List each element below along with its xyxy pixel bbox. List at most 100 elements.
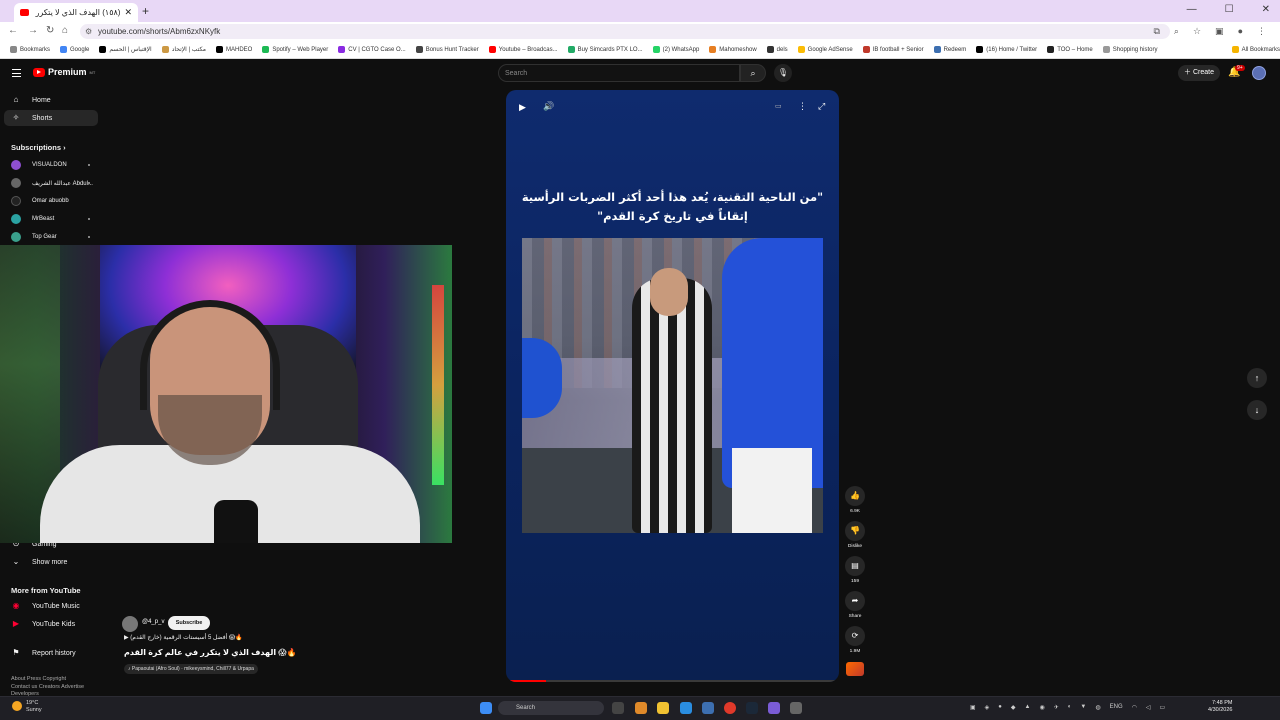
bookmark-item[interactable]: Youtube – Broadcas...	[488, 46, 558, 53]
bookmark-item[interactable]: (2) WhatsApp	[652, 46, 699, 53]
channel-handle[interactable]: @4_p_v	[142, 619, 164, 625]
comments-button[interactable]: ▤ 159	[845, 556, 865, 584]
footer-links-row-2[interactable]: Contact us Creators Advertise	[11, 684, 84, 690]
bookmark-item[interactable]: Google	[60, 46, 89, 53]
task-view-icon[interactable]	[612, 702, 624, 714]
bookmark-item[interactable]: CV | CGTO Case O...	[338, 46, 406, 53]
youtube-logo[interactable]: Premium MT	[33, 67, 95, 77]
discord-icon[interactable]	[768, 702, 780, 714]
tray-icon[interactable]: ◐	[1068, 704, 1072, 711]
zoom-icon[interactable]: ⌕	[1174, 26, 1179, 37]
sound-thumbnail[interactable]	[846, 662, 864, 676]
remix-button[interactable]: ⟳ 1.9M	[845, 626, 865, 654]
shorts-player[interactable]: ▶ 🔊 ▭ ⋮ ⤢ "من الناحية التقنية، يُعد هذا …	[506, 90, 839, 682]
bookmark-item[interactable]: TOO – Home	[1047, 46, 1093, 53]
weather-widget[interactable]: 19°C Sunny	[12, 700, 42, 714]
bookmark-item[interactable]: MAHDEO	[215, 46, 252, 53]
more-options-icon[interactable]: ⋮	[798, 101, 807, 112]
puzzle-icon[interactable]: ▣	[1215, 26, 1224, 37]
copilot-icon[interactable]	[635, 702, 647, 714]
bookmark-item[interactable]: Buy Simcards PTX LO...	[567, 46, 643, 53]
speaker-icon[interactable]: ◁	[1146, 704, 1151, 711]
short-title[interactable]: الهدف الذي لا يتكرر في عالم كرة القدم 😱🔥	[124, 648, 297, 657]
settings-icon[interactable]	[790, 702, 802, 714]
steam-icon[interactable]	[746, 702, 758, 714]
bookmark-item[interactable]: الإقتباس | الحسم	[99, 46, 152, 53]
taskbar-search[interactable]: Search	[498, 701, 604, 715]
bookmark-item[interactable]: dels	[766, 46, 788, 53]
volume-icon[interactable]: 🔊	[543, 101, 554, 112]
footer-links-row-1[interactable]: About Press Copyright	[11, 676, 66, 682]
tray-icon[interactable]: ▼	[1080, 704, 1086, 711]
wifi-icon[interactable]: ◠	[1132, 704, 1137, 711]
profile-icon[interactable]: ●	[1238, 26, 1243, 37]
sidebar-item-subscription[interactable]: VISUALDON	[4, 158, 98, 172]
bookmark-item[interactable]: Mahomeshow	[709, 46, 757, 53]
sidebar-item-subscription[interactable]: Top Gear	[4, 230, 98, 244]
bookmark-item[interactable]: مكتب | الإتحاد	[161, 46, 206, 53]
tray-icon[interactable]: ▲	[1025, 704, 1031, 711]
search-button[interactable]: ⌕	[740, 64, 766, 82]
sidebar-item-youtube-kids[interactable]: ▶ YouTube Kids	[4, 616, 98, 632]
sidebar-item-shorts[interactable]: ✧ Shorts	[4, 110, 98, 126]
menu-dots-icon[interactable]: ⋮	[1257, 26, 1266, 37]
bookmark-item[interactable]: Bonus Hunt Tracker	[415, 46, 479, 53]
forward-icon[interactable]: →	[28, 25, 38, 36]
minimize-icon[interactable]: —	[1187, 4, 1197, 15]
bookmark-item[interactable]: IB football + Senior	[862, 46, 924, 53]
sidebar-item-report-history[interactable]: ⚑ Report history	[4, 645, 98, 661]
edge-icon[interactable]	[680, 702, 692, 714]
voice-search-icon[interactable]: 🎙	[774, 64, 792, 82]
maximize-icon[interactable]: ☐	[1225, 4, 1234, 15]
tray-icon[interactable]: ◆	[1011, 704, 1016, 711]
store-icon[interactable]	[702, 702, 714, 714]
like-button[interactable]: 👍 6.9K	[845, 486, 865, 514]
close-tab-icon[interactable]: ✕	[124, 7, 132, 18]
site-info-icon[interactable]: ⚙	[85, 24, 92, 39]
language-indicator[interactable]: ENG	[1110, 704, 1123, 711]
sidebar-item-subscription[interactable]: MrBeast	[4, 212, 98, 226]
create-button[interactable]: ＋ Create	[1178, 65, 1220, 81]
tray-icon[interactable]: ●	[998, 704, 1002, 711]
bookmark-star-icon[interactable]: ☆	[1193, 26, 1201, 37]
next-short-button[interactable]: ↓	[1247, 400, 1267, 420]
bookmark-item[interactable]: (16) Home / Twitter	[976, 46, 1037, 53]
sidebar-item-home[interactable]: ⌂ Home	[4, 92, 98, 108]
tray-icon[interactable]: ◉	[1040, 704, 1045, 711]
sidebar-item-subscription[interactable]: عبدالله الشريف Abdul...	[4, 176, 98, 190]
chrome-icon[interactable]	[724, 702, 736, 714]
dislike-button[interactable]: 👎 Dislike	[845, 521, 865, 549]
music-chip[interactable]: ♪ Papaoutai (Afro Soul) · mikeeysmind, C…	[124, 664, 258, 674]
video-progress-bar[interactable]	[506, 680, 839, 682]
bookmark-item[interactable]: Bookmarks	[10, 46, 50, 53]
tray-icon[interactable]: ◍	[1095, 704, 1100, 711]
new-tab-button[interactable]: +	[142, 4, 149, 18]
subscriptions-heading[interactable]: Subscriptions ›	[11, 143, 66, 152]
bookmark-item[interactable]: All Bookmarks	[1231, 46, 1280, 53]
hamburger-menu-icon[interactable]	[12, 69, 21, 77]
subscribe-button[interactable]: Subscribe	[168, 616, 210, 630]
bookmark-item[interactable]: Spotify – Web Player	[262, 46, 328, 53]
sidebar-item-youtube-music[interactable]: ◉ YouTube Music	[4, 598, 98, 614]
tray-icon[interactable]: ✈	[1054, 704, 1059, 711]
account-avatar[interactable]	[1252, 66, 1266, 80]
extension-icon[interactable]: ⧉	[1153, 26, 1159, 37]
home-icon[interactable]: ⌂	[62, 25, 68, 36]
browser-tab-active[interactable]: (١٥٨) الهدف الذي لا يتكرر في ... ✕	[14, 3, 138, 22]
sidebar-item-subscription[interactable]: Omar abuobb	[4, 194, 98, 208]
url-field[interactable]: ⚙ youtube.com/shorts/Abm6zxNKyfk	[80, 24, 1170, 39]
bookmark-item[interactable]: Google AdSense	[797, 46, 853, 53]
battery-icon[interactable]: ▭	[1160, 704, 1166, 711]
share-button[interactable]: ➦ Share	[845, 591, 865, 619]
search-input[interactable]: Search	[498, 64, 740, 82]
file-explorer-icon[interactable]	[657, 702, 669, 714]
back-icon[interactable]: ←	[8, 25, 18, 36]
fullscreen-icon[interactable]: ⤢	[818, 101, 825, 112]
bookmark-item[interactable]: Redeem	[933, 46, 966, 53]
clock[interactable]: 7:48 PM 4/30/2026	[1208, 700, 1232, 714]
bookmark-item[interactable]: Shopping history	[1102, 46, 1157, 53]
reload-icon[interactable]: ↻	[46, 25, 54, 36]
captions-icon[interactable]: ▭	[775, 102, 782, 110]
channel-avatar[interactable]	[122, 616, 138, 632]
play-icon[interactable]: ▶	[519, 102, 526, 113]
